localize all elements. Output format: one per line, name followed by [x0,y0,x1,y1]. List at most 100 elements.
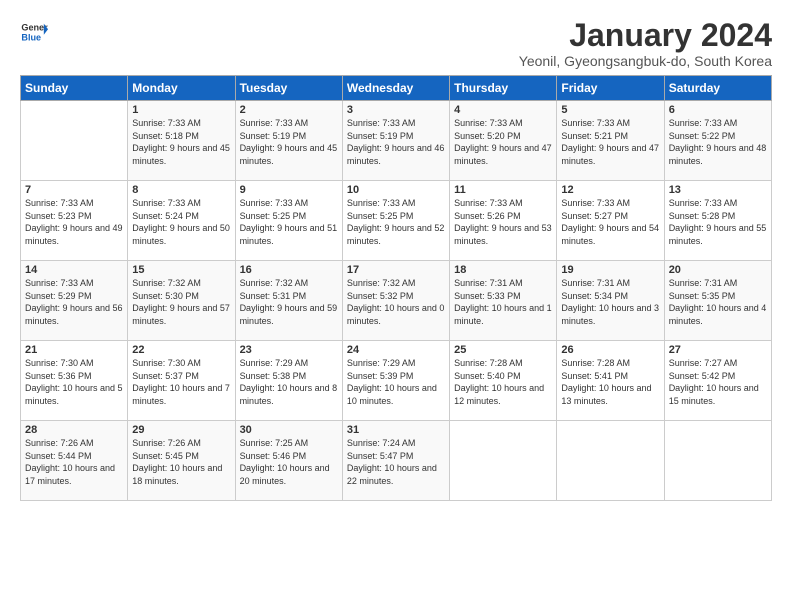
day-number: 11 [454,184,552,196]
day-info: Sunrise: 7:33 AMSunset: 5:28 PMDaylight:… [669,198,767,246]
day-info: Sunrise: 7:32 AMSunset: 5:30 PMDaylight:… [132,278,230,326]
logo: General Blue [20,18,48,46]
day-info: Sunrise: 7:33 AMSunset: 5:25 PMDaylight:… [347,198,445,246]
day-cell: 15 Sunrise: 7:32 AMSunset: 5:30 PMDaylig… [128,261,235,341]
week-row-2: 14 Sunrise: 7:33 AMSunset: 5:29 PMDaylig… [21,261,772,341]
svg-text:Blue: Blue [21,32,41,42]
day-cell: 3 Sunrise: 7:33 AMSunset: 5:19 PMDayligh… [342,101,449,181]
day-number: 30 [240,424,338,436]
day-cell: 14 Sunrise: 7:33 AMSunset: 5:29 PMDaylig… [21,261,128,341]
day-cell: 5 Sunrise: 7:33 AMSunset: 5:21 PMDayligh… [557,101,664,181]
day-cell: 6 Sunrise: 7:33 AMSunset: 5:22 PMDayligh… [664,101,771,181]
day-info: Sunrise: 7:30 AMSunset: 5:37 PMDaylight:… [132,358,230,406]
day-cell: 24 Sunrise: 7:29 AMSunset: 5:39 PMDaylig… [342,341,449,421]
day-cell: 22 Sunrise: 7:30 AMSunset: 5:37 PMDaylig… [128,341,235,421]
day-info: Sunrise: 7:33 AMSunset: 5:27 PMDaylight:… [561,198,659,246]
col-monday: Monday [128,76,235,101]
day-cell: 13 Sunrise: 7:33 AMSunset: 5:28 PMDaylig… [664,181,771,261]
day-info: Sunrise: 7:32 AMSunset: 5:31 PMDaylight:… [240,278,338,326]
day-number: 29 [132,424,230,436]
day-info: Sunrise: 7:33 AMSunset: 5:29 PMDaylight:… [25,278,123,326]
day-info: Sunrise: 7:33 AMSunset: 5:19 PMDaylight:… [347,118,445,166]
day-cell: 21 Sunrise: 7:30 AMSunset: 5:36 PMDaylig… [21,341,128,421]
day-number: 9 [240,184,338,196]
day-number: 15 [132,264,230,276]
col-tuesday: Tuesday [235,76,342,101]
title-block: January 2024 Yeonil, Gyeongsangbuk-do, S… [519,18,772,69]
day-number: 24 [347,344,445,356]
day-info: Sunrise: 7:31 AMSunset: 5:34 PMDaylight:… [561,278,659,326]
day-info: Sunrise: 7:33 AMSunset: 5:26 PMDaylight:… [454,198,552,246]
day-number: 26 [561,344,659,356]
header-row: Sunday Monday Tuesday Wednesday Thursday… [21,76,772,101]
day-cell [21,101,128,181]
day-cell: 10 Sunrise: 7:33 AMSunset: 5:25 PMDaylig… [342,181,449,261]
day-cell: 18 Sunrise: 7:31 AMSunset: 5:33 PMDaylig… [450,261,557,341]
day-info: Sunrise: 7:33 AMSunset: 5:21 PMDaylight:… [561,118,659,166]
subtitle: Yeonil, Gyeongsangbuk-do, South Korea [519,53,772,69]
day-cell: 12 Sunrise: 7:33 AMSunset: 5:27 PMDaylig… [557,181,664,261]
day-cell: 1 Sunrise: 7:33 AMSunset: 5:18 PMDayligh… [128,101,235,181]
day-number: 7 [25,184,123,196]
day-cell: 17 Sunrise: 7:32 AMSunset: 5:32 PMDaylig… [342,261,449,341]
day-cell: 4 Sunrise: 7:33 AMSunset: 5:20 PMDayligh… [450,101,557,181]
day-cell: 2 Sunrise: 7:33 AMSunset: 5:19 PMDayligh… [235,101,342,181]
day-number: 18 [454,264,552,276]
week-row-1: 7 Sunrise: 7:33 AMSunset: 5:23 PMDayligh… [21,181,772,261]
day-info: Sunrise: 7:26 AMSunset: 5:44 PMDaylight:… [25,438,115,486]
day-number: 17 [347,264,445,276]
day-number: 21 [25,344,123,356]
day-number: 6 [669,104,767,116]
day-cell: 19 Sunrise: 7:31 AMSunset: 5:34 PMDaylig… [557,261,664,341]
day-cell: 27 Sunrise: 7:27 AMSunset: 5:42 PMDaylig… [664,341,771,421]
day-cell: 31 Sunrise: 7:24 AMSunset: 5:47 PMDaylig… [342,421,449,501]
day-info: Sunrise: 7:33 AMSunset: 5:22 PMDaylight:… [669,118,767,166]
day-info: Sunrise: 7:33 AMSunset: 5:20 PMDaylight:… [454,118,552,166]
day-info: Sunrise: 7:30 AMSunset: 5:36 PMDaylight:… [25,358,123,406]
col-friday: Friday [557,76,664,101]
day-number: 28 [25,424,123,436]
day-number: 8 [132,184,230,196]
day-info: Sunrise: 7:29 AMSunset: 5:38 PMDaylight:… [240,358,338,406]
day-number: 19 [561,264,659,276]
day-info: Sunrise: 7:33 AMSunset: 5:25 PMDaylight:… [240,198,338,246]
week-row-3: 21 Sunrise: 7:30 AMSunset: 5:36 PMDaylig… [21,341,772,421]
logo-icon: General Blue [20,18,48,46]
day-info: Sunrise: 7:33 AMSunset: 5:24 PMDaylight:… [132,198,230,246]
day-info: Sunrise: 7:29 AMSunset: 5:39 PMDaylight:… [347,358,437,406]
day-number: 13 [669,184,767,196]
day-number: 20 [669,264,767,276]
col-wednesday: Wednesday [342,76,449,101]
day-info: Sunrise: 7:28 AMSunset: 5:40 PMDaylight:… [454,358,544,406]
day-info: Sunrise: 7:28 AMSunset: 5:41 PMDaylight:… [561,358,651,406]
day-number: 14 [25,264,123,276]
week-row-4: 28 Sunrise: 7:26 AMSunset: 5:44 PMDaylig… [21,421,772,501]
day-cell [450,421,557,501]
day-number: 4 [454,104,552,116]
day-cell: 7 Sunrise: 7:33 AMSunset: 5:23 PMDayligh… [21,181,128,261]
day-info: Sunrise: 7:27 AMSunset: 5:42 PMDaylight:… [669,358,759,406]
day-number: 2 [240,104,338,116]
page: General Blue January 2024 Yeonil, Gyeong… [0,0,792,511]
day-cell [557,421,664,501]
day-number: 5 [561,104,659,116]
col-thursday: Thursday [450,76,557,101]
day-info: Sunrise: 7:33 AMSunset: 5:18 PMDaylight:… [132,118,230,166]
day-number: 23 [240,344,338,356]
day-number: 12 [561,184,659,196]
month-title: January 2024 [519,18,772,53]
day-info: Sunrise: 7:32 AMSunset: 5:32 PMDaylight:… [347,278,445,326]
day-number: 1 [132,104,230,116]
day-info: Sunrise: 7:26 AMSunset: 5:45 PMDaylight:… [132,438,222,486]
day-cell: 23 Sunrise: 7:29 AMSunset: 5:38 PMDaylig… [235,341,342,421]
day-cell: 20 Sunrise: 7:31 AMSunset: 5:35 PMDaylig… [664,261,771,341]
day-cell: 11 Sunrise: 7:33 AMSunset: 5:26 PMDaylig… [450,181,557,261]
day-number: 10 [347,184,445,196]
day-info: Sunrise: 7:33 AMSunset: 5:19 PMDaylight:… [240,118,338,166]
calendar-table: Sunday Monday Tuesday Wednesday Thursday… [20,75,772,501]
day-info: Sunrise: 7:31 AMSunset: 5:33 PMDaylight:… [454,278,552,326]
day-cell: 25 Sunrise: 7:28 AMSunset: 5:40 PMDaylig… [450,341,557,421]
day-cell: 30 Sunrise: 7:25 AMSunset: 5:46 PMDaylig… [235,421,342,501]
day-info: Sunrise: 7:24 AMSunset: 5:47 PMDaylight:… [347,438,437,486]
day-number: 31 [347,424,445,436]
